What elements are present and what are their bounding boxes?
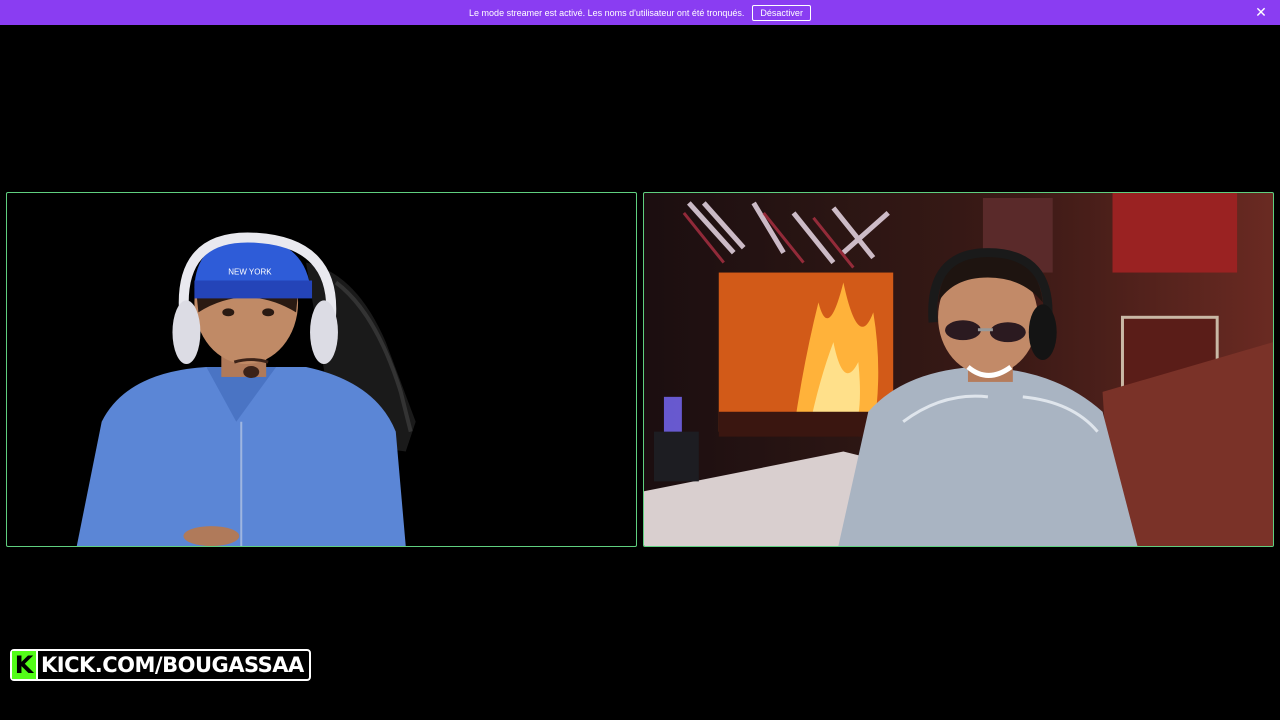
banner-message: Le mode streamer est activé. Les noms d'… <box>469 7 745 18</box>
kick-logo-icon: K <box>12 651 38 679</box>
streamer-mode-banner: Le mode streamer est activé. Les noms d'… <box>0 0 1280 25</box>
cap-text: NEW YORK <box>228 268 272 277</box>
stream-video-area[interactable]: NEW YORK K KICK.COM/BOUGASSAA <box>0 25 1280 720</box>
kick-channel-watermark: K KICK.COM/BOUGASSAA <box>10 649 311 681</box>
left-webcam-image: NEW YORK <box>76 232 416 546</box>
disable-streamer-mode-button[interactable]: Désactiver <box>752 4 811 21</box>
kick-channel-url: KICK.COM/BOUGASSAA <box>41 653 304 677</box>
left-webcam-feed: NEW YORK <box>6 192 637 547</box>
right-webcam-image <box>644 193 1273 546</box>
close-icon[interactable]: ✕ <box>1254 5 1268 19</box>
right-webcam-feed <box>643 192 1274 547</box>
